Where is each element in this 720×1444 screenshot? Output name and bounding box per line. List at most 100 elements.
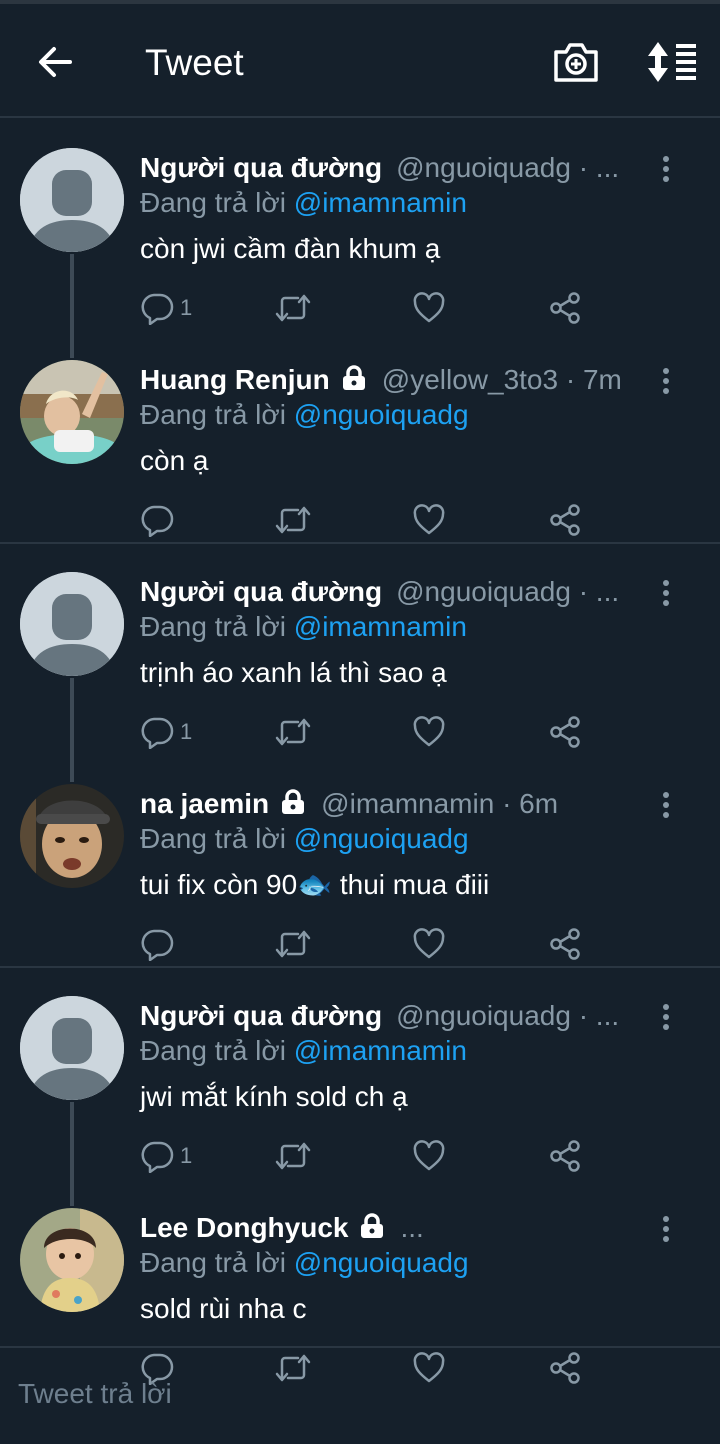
tweet-header: Người qua đường @nguoiquadg · ...: [140, 150, 650, 186]
replying-prefix: Đang trả lời: [140, 399, 294, 430]
like-button[interactable]: [412, 500, 446, 540]
share-button[interactable]: [548, 1136, 582, 1176]
tweet-header: Người qua đường @nguoiquadg · ...: [140, 998, 650, 1034]
share-button[interactable]: [548, 924, 582, 964]
replying-mention[interactable]: @nguoiquadg: [294, 399, 469, 430]
handle: @nguoiquadg · ...: [396, 576, 620, 607]
display-name[interactable]: na jaemin: [140, 788, 269, 819]
like-button[interactable]: [412, 1136, 446, 1176]
like-button[interactable]: [412, 712, 446, 752]
thread-group: Người qua đường @nguoiquadg · ... Đang tr…: [0, 120, 720, 544]
reply-icon: [141, 505, 174, 537]
tweet[interactable]: Người qua đường @nguoiquadg · ... Đang tr…: [0, 148, 720, 360]
replying-mention[interactable]: @nguoiquadg: [294, 1247, 469, 1278]
avatar[interactable]: [20, 1208, 124, 1312]
replying-mention[interactable]: @imamnamin: [294, 611, 467, 642]
like-icon: [413, 716, 445, 747]
more-vertical-icon[interactable]: [656, 790, 676, 820]
replying-prefix: Đang trả lời: [140, 611, 294, 642]
reply-button[interactable]: [140, 924, 180, 964]
display-name[interactable]: Huang Renjun: [140, 364, 330, 395]
avatar[interactable]: [20, 996, 124, 1100]
reply-icon: [141, 717, 174, 749]
camera-plus-icon[interactable]: [552, 40, 600, 84]
share-icon: [550, 1140, 580, 1172]
like-icon: [413, 1140, 445, 1171]
retweet-button[interactable]: [274, 1136, 312, 1176]
handle: @nguoiquadg · ...: [396, 1000, 620, 1031]
retweet-button[interactable]: [274, 924, 312, 964]
replying-mention[interactable]: @imamnamin: [294, 1035, 467, 1066]
share-button[interactable]: [548, 500, 582, 540]
retweet-button[interactable]: [274, 500, 312, 540]
replying-to: Đang trả lời @imamnamin: [140, 1034, 467, 1068]
tweet-actions: [140, 924, 600, 964]
reply-composer[interactable]: Tweet trả lời: [0, 1346, 720, 1444]
avatar[interactable]: [20, 148, 124, 252]
share-button[interactable]: [548, 712, 582, 752]
page-title: Tweet: [145, 42, 244, 83]
like-button[interactable]: [412, 924, 446, 964]
retweet-icon: [275, 718, 311, 746]
reply-input-placeholder: Tweet trả lời: [18, 1378, 172, 1409]
reply-count: 1: [180, 1143, 193, 1168]
reply-button[interactable]: 1: [140, 288, 192, 328]
more-vertical-icon[interactable]: [656, 1002, 676, 1032]
tweet[interactable]: Người qua đường @nguoiquadg · ... Đang tr…: [0, 996, 720, 1208]
replying-to: Đang trả lời @imamnamin: [140, 186, 467, 220]
lock-icon: [361, 1213, 384, 1238]
display-name[interactable]: Lee Donghyuck: [140, 1212, 348, 1243]
tweet-actions: 1: [140, 712, 600, 752]
more-vertical-icon[interactable]: [656, 366, 676, 396]
replying-prefix: Đang trả lời: [140, 1247, 294, 1278]
reply-button[interactable]: 1: [140, 1136, 192, 1176]
share-icon: [550, 928, 580, 960]
tweet[interactable]: Người qua đường @nguoiquadg · ... Đang tr…: [0, 572, 720, 784]
replying-mention[interactable]: @nguoiquadg: [294, 823, 469, 854]
retweet-icon: [275, 294, 311, 322]
tweet[interactable]: na jaemin @imamnamin · 6m Đang trả lời @n…: [0, 784, 720, 996]
replying-to: Đang trả lời @nguoiquadg: [140, 398, 469, 432]
tweet-text: còn jwi cầm đàn khum ạ: [140, 233, 441, 264]
retweet-button[interactable]: [274, 288, 312, 328]
reply-icon: [141, 929, 174, 961]
share-icon: [550, 504, 580, 536]
display-name[interactable]: Người qua đường: [140, 576, 382, 607]
reply-button[interactable]: 1: [140, 712, 192, 752]
back-arrow-icon[interactable]: [34, 40, 78, 84]
more-vertical-icon[interactable]: [656, 578, 676, 608]
avatar[interactable]: [20, 572, 124, 676]
reply-icon: [141, 1141, 174, 1173]
share-button[interactable]: [548, 288, 582, 328]
more-vertical-icon[interactable]: [656, 1214, 676, 1244]
display-name[interactable]: Người qua đường: [140, 1000, 382, 1031]
tweet-header: Huang Renjun @yellow_3to3 · 7m: [140, 362, 650, 398]
retweet-button[interactable]: [274, 712, 312, 752]
replying-prefix: Đang trả lời: [140, 823, 294, 854]
retweet-icon: [275, 930, 311, 958]
app-header: Tweet: [0, 4, 720, 118]
tweet-text: còn ạ: [140, 445, 209, 476]
replying-to: Đang trả lời @imamnamin: [140, 610, 467, 644]
thread-group: Người qua đường @nguoiquadg · ... Đang tr…: [0, 968, 720, 1385]
handle: @yellow_3to3 · 7m: [381, 364, 622, 395]
sort-icon[interactable]: [644, 40, 700, 84]
like-button[interactable]: [412, 288, 446, 328]
share-icon: [550, 716, 580, 748]
tweet-text: sold rùi nha c: [140, 1293, 307, 1324]
handle: @nguoiquadg · ...: [396, 152, 620, 183]
avatar[interactable]: [20, 784, 124, 888]
replying-mention[interactable]: @imamnamin: [294, 187, 467, 218]
replying-prefix: Đang trả lời: [140, 1035, 294, 1066]
share-icon: [550, 292, 580, 324]
tweet-header: na jaemin @imamnamin · 6m: [140, 786, 650, 822]
display-name[interactable]: Người qua đường: [140, 152, 382, 183]
avatar[interactable]: [20, 360, 124, 464]
tweet[interactable]: Huang Renjun @yellow_3to3 · 7m Đang trả l…: [0, 360, 720, 572]
reply-icon: [141, 293, 174, 325]
reply-button[interactable]: [140, 500, 180, 540]
more-vertical-icon[interactable]: [656, 154, 676, 184]
tweet-text: trịnh áo xanh lá thì sao ạ: [140, 657, 447, 688]
retweet-icon: [275, 506, 311, 534]
reply-count: 1: [180, 719, 193, 744]
